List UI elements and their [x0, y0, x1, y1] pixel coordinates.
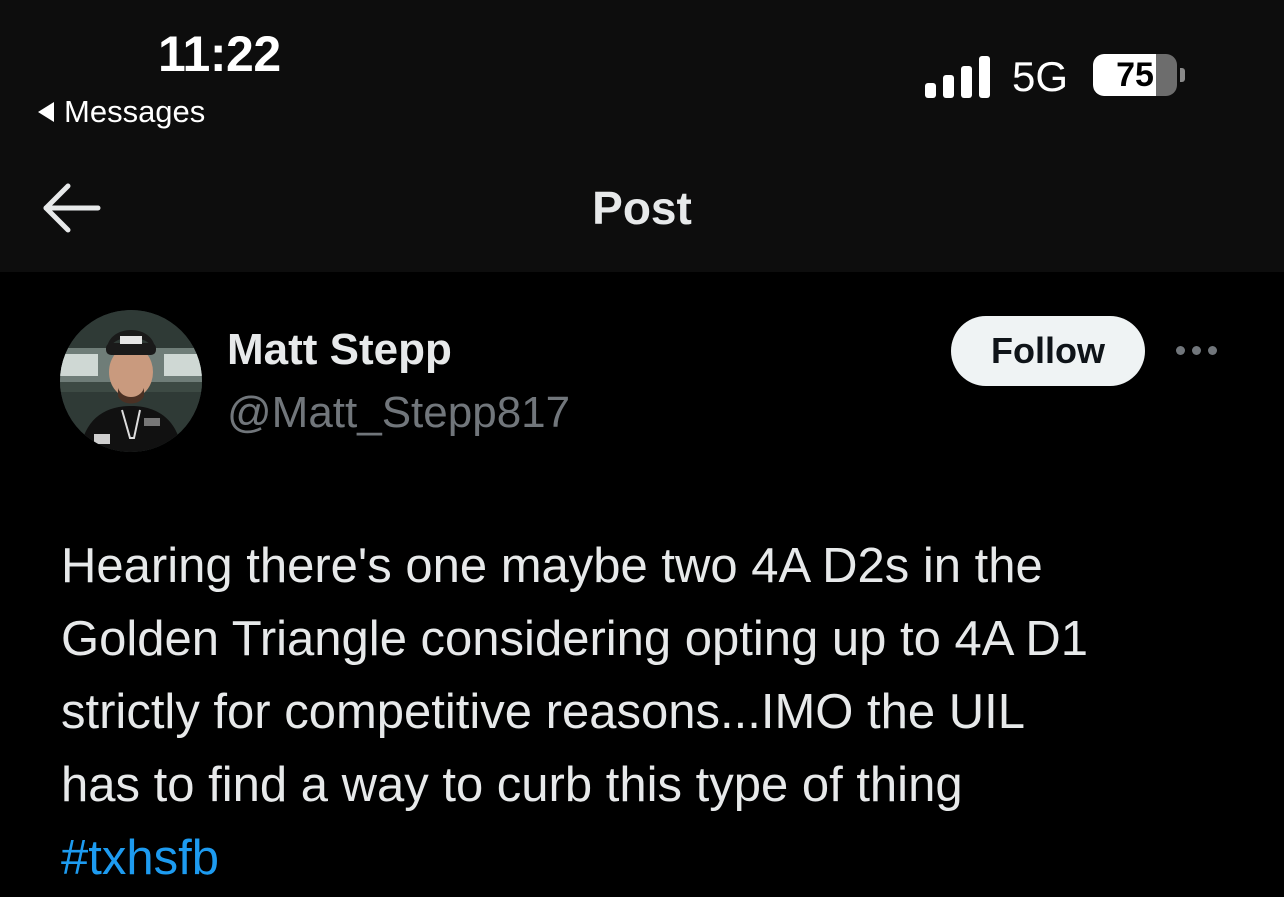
battery-nub: [1180, 68, 1185, 82]
signal-bar: [979, 56, 990, 98]
battery-level: 75: [1116, 56, 1154, 94]
page-title: Post: [592, 182, 692, 234]
ellipsis-dot: [1208, 346, 1217, 355]
author-handle[interactable]: @Matt_Stepp817: [227, 385, 570, 441]
post-text: Hearing there's one maybe two 4A D2s in …: [61, 530, 1241, 895]
top-bar: 11:22 Messages 5G 75 Post: [0, 0, 1284, 272]
network-type: 5G: [1012, 53, 1069, 100]
signal-bar: [925, 83, 936, 98]
avatar[interactable]: [60, 310, 202, 452]
status-time: 11:22: [158, 26, 281, 82]
back-to-app-label: Messages: [64, 94, 206, 129]
post-text-line: Hearing there's one maybe two 4A D2s in …: [61, 539, 1043, 593]
back-to-app-link[interactable]: Messages: [38, 92, 205, 132]
cellular-signal-icon: [925, 54, 991, 98]
back-triangle-icon: [38, 102, 54, 122]
post-screen: 11:22 Messages 5G 75 Post Matt Stepp @Ma…: [0, 0, 1284, 897]
battery-icon: 75: [1093, 54, 1177, 96]
signal-bar: [961, 66, 972, 98]
ellipsis-dot: [1192, 346, 1201, 355]
post-text-line: strictly for competitive reasons...IMO t…: [61, 685, 1025, 739]
follow-button[interactable]: Follow: [951, 316, 1145, 386]
ellipsis-dot: [1176, 346, 1185, 355]
ellipsis-icon[interactable]: [1172, 336, 1222, 366]
avatar-image: [60, 310, 202, 452]
hashtag-link[interactable]: #txhsfb: [61, 822, 1241, 895]
post-text-line: has to find a way to curb this type of t…: [61, 758, 963, 812]
post-text-line: Golden Triangle considering opting up to…: [61, 612, 1088, 666]
author-name[interactable]: Matt Stepp: [227, 322, 452, 378]
signal-bar: [943, 75, 954, 98]
